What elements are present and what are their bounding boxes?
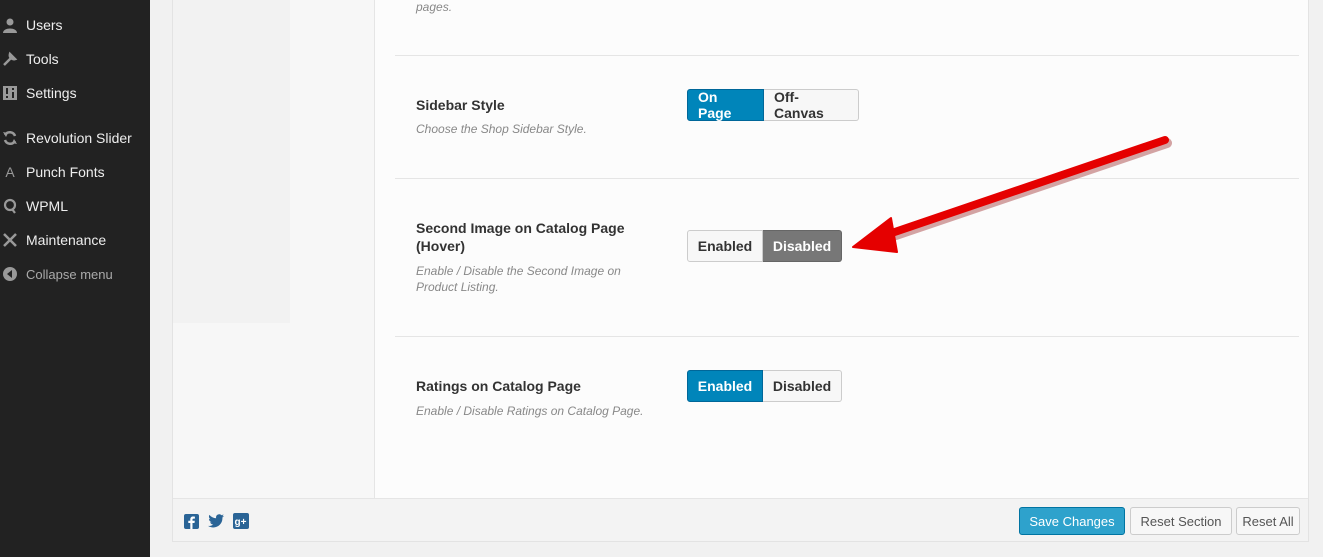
google-plus-icon[interactable]: g+ xyxy=(233,513,249,529)
disabled-button[interactable]: Disabled xyxy=(763,370,842,402)
maintenance-icon xyxy=(1,231,19,249)
menu-item-label: Settings xyxy=(26,85,77,101)
on-page-button[interactable]: On Page xyxy=(687,89,764,121)
collapse-menu-button[interactable]: Collapse menu xyxy=(0,260,150,288)
menu-item-label: Maintenance xyxy=(26,232,107,248)
settings-icon xyxy=(1,84,19,102)
divider xyxy=(395,55,1299,56)
wpml-icon xyxy=(1,197,19,215)
menu-item-revolution-slider[interactable]: Revolution Slider xyxy=(0,124,150,152)
off-canvas-button[interactable]: Off-Canvas xyxy=(764,89,859,121)
disabled-button[interactable]: Disabled xyxy=(763,230,842,262)
option-title-sidebar-style: Sidebar Style xyxy=(416,97,505,113)
menu-item-wpml[interactable]: WPML xyxy=(0,192,150,220)
menu-item-users[interactable]: Users xyxy=(0,11,150,39)
option-desc-sidebar-style: Choose the Shop Sidebar Style. xyxy=(416,122,587,136)
option-title-second-image: Second Image on Catalog Page (Hover) xyxy=(416,220,625,254)
divider xyxy=(395,336,1299,337)
options-panel: pages. Sidebar Style Choose the Shop Sid… xyxy=(172,0,1309,542)
options-footer: g+ Save Changes Reset Section Reset All xyxy=(173,498,1308,541)
menu-item-label: WPML xyxy=(26,198,68,214)
menu-item-tools[interactable]: Tools xyxy=(0,45,150,73)
twitter-icon[interactable] xyxy=(208,513,224,529)
option-title-ratings: Ratings on Catalog Page xyxy=(416,378,581,394)
option-desc-second-image: Enable / Disable the Second Image on Pro… xyxy=(416,264,621,294)
wrench-icon xyxy=(1,50,19,68)
font-icon: A xyxy=(5,164,15,180)
save-changes-button[interactable]: Save Changes xyxy=(1019,507,1125,535)
enabled-button[interactable]: Enabled xyxy=(687,230,763,262)
annotation-arrow xyxy=(852,136,1172,253)
previous-option-desc-fragment: pages. xyxy=(416,0,453,14)
refresh-icon xyxy=(1,129,19,147)
menu-item-label: Punch Fonts xyxy=(26,164,105,180)
options-section-nav xyxy=(173,0,375,498)
menu-item-label: Tools xyxy=(26,51,59,67)
admin-sidebar: Users Tools Settings Revolution Slider A… xyxy=(0,0,150,557)
menu-item-label: Users xyxy=(26,17,63,33)
reset-all-button[interactable]: Reset All xyxy=(1236,507,1300,535)
svg-text:g+: g+ xyxy=(235,517,247,528)
enabled-button[interactable]: Enabled xyxy=(687,370,763,402)
collapse-arrow-icon xyxy=(1,265,19,283)
sidebar-style-toggle: On Page Off-Canvas xyxy=(687,89,859,121)
reset-section-button[interactable]: Reset Section xyxy=(1130,507,1232,535)
section-nav-active-area xyxy=(173,0,290,323)
menu-item-punch-fonts[interactable]: A Punch Fonts xyxy=(0,158,150,186)
menu-item-label: Revolution Slider xyxy=(26,130,132,146)
facebook-icon[interactable] xyxy=(183,513,199,529)
collapse-menu-label: Collapse menu xyxy=(26,266,113,282)
user-icon xyxy=(1,16,19,34)
second-image-toggle: Enabled Disabled xyxy=(687,230,842,262)
menu-item-settings[interactable]: Settings xyxy=(0,79,150,107)
ratings-toggle: Enabled Disabled xyxy=(687,370,842,402)
menu-item-maintenance[interactable]: Maintenance xyxy=(0,226,150,254)
option-desc-ratings: Enable / Disable Ratings on Catalog Page… xyxy=(416,404,644,418)
